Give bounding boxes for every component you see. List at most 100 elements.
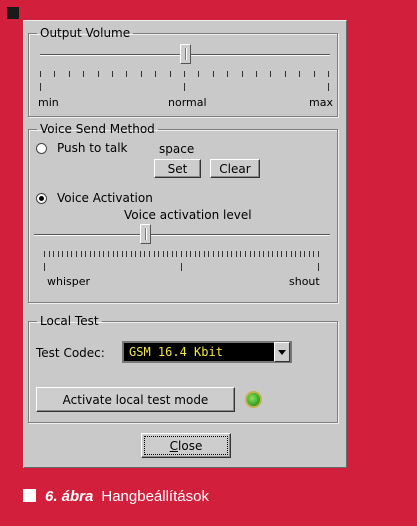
- whisper-label: whisper: [47, 275, 91, 288]
- slider-tick: [131, 251, 132, 257]
- slider-tick: [85, 251, 86, 257]
- slider-tick: [236, 251, 237, 257]
- slider-tick: [53, 251, 54, 257]
- slider-tick: [314, 71, 315, 77]
- slider-tick: [259, 251, 260, 257]
- slider-tick: [240, 251, 241, 257]
- activate-local-test-button[interactable]: Activate local test mode: [36, 387, 235, 412]
- slider-tick: [204, 251, 205, 257]
- slider-tick: [94, 251, 95, 257]
- slider-tick: [227, 251, 228, 257]
- volume-min-label: min: [38, 96, 59, 109]
- slider-tick: [99, 251, 100, 257]
- slider-tick: [313, 251, 314, 257]
- slider-major-tick: [328, 83, 329, 91]
- slider-tick: [103, 251, 104, 257]
- slider-tick: [112, 71, 113, 77]
- slider-tick: [309, 251, 310, 257]
- slider-tick: [83, 71, 84, 77]
- slider-tick: [141, 71, 142, 77]
- slider-tick: [69, 71, 70, 77]
- corner-mark: [7, 7, 19, 19]
- slider-tick: [263, 251, 264, 257]
- slider-tick: [285, 71, 286, 77]
- slider-tick: [62, 251, 63, 257]
- push-to-talk-label: Push to talk: [57, 141, 128, 155]
- caption-text: Hangbeállítások: [101, 488, 209, 505]
- slider-tick: [299, 71, 300, 77]
- voice-activation-radio[interactable]: [36, 193, 47, 204]
- slider-tick: [126, 251, 127, 257]
- slider-tick: [90, 251, 91, 257]
- slider-tick: [126, 71, 127, 77]
- slider-tick: [190, 251, 191, 257]
- slider-tick: [256, 71, 257, 77]
- slider-tick: [40, 71, 41, 77]
- slider-tick: [231, 251, 232, 257]
- voice-activation-label: Voice Activation: [57, 191, 153, 205]
- chevron-down-icon[interactable]: [274, 342, 290, 362]
- close-button-label-rest: lose: [178, 438, 203, 453]
- slider-tick: [208, 251, 209, 257]
- volume-max-label: max: [309, 96, 333, 109]
- slider-tick: [108, 251, 109, 257]
- slider-tick: [300, 251, 301, 257]
- test-status-led-icon: [245, 391, 262, 408]
- slider-tick: [149, 251, 150, 257]
- slider-tick: [81, 251, 82, 257]
- slider-tick: [49, 251, 50, 257]
- slider-tick: [98, 71, 99, 77]
- voice-send-method-legend: Voice Send Method: [40, 122, 155, 136]
- slider-tick: [184, 71, 185, 77]
- slider-tick: [195, 251, 196, 257]
- slider-tick: [245, 251, 246, 257]
- test-codec-select[interactable]: GSM 16.4 Kbit: [122, 341, 292, 363]
- slider-tick: [218, 251, 219, 257]
- slider-tick: [272, 251, 273, 257]
- slider-major-tick: [318, 263, 319, 271]
- push-to-talk-key-value: space: [159, 142, 195, 156]
- slider-tick: [213, 251, 214, 257]
- test-codec-value: GSM 16.4 Kbit: [129, 345, 223, 359]
- voice-settings-dialog: Output Volume min normal max Voice Send …: [23, 20, 347, 468]
- slider-tick: [76, 251, 77, 257]
- set-key-button[interactable]: Set: [154, 159, 201, 178]
- slider-tick: [198, 71, 199, 77]
- slider-tick: [67, 251, 68, 257]
- slider-tick: [176, 251, 177, 257]
- shout-label: shout: [289, 275, 320, 288]
- slider-tick: [154, 251, 155, 257]
- slider-tick: [158, 251, 159, 257]
- slider-major-tick: [44, 263, 45, 271]
- slider-tick: [199, 251, 200, 257]
- slider-tick: [58, 251, 59, 257]
- test-codec-label: Test Codec:: [36, 346, 105, 360]
- slider-tick: [163, 251, 164, 257]
- slider-tick: [291, 251, 292, 257]
- slider-tick: [254, 251, 255, 257]
- slider-tick: [227, 71, 228, 77]
- voice-activation-level-slider-thumb[interactable]: [140, 224, 151, 244]
- push-to-talk-radio[interactable]: [36, 143, 47, 154]
- slider-tick: [144, 251, 145, 257]
- output-volume-legend: Output Volume: [40, 26, 131, 40]
- output-volume-slider-thumb[interactable]: [180, 44, 191, 64]
- voice-activation-radio-dot: [39, 196, 44, 201]
- voice-activation-level-title: Voice activation level: [124, 208, 252, 222]
- slider-tick: [222, 251, 223, 257]
- slider-tick: [155, 71, 156, 77]
- caption-number: 6. ábra: [45, 488, 94, 505]
- slider-tick: [172, 251, 173, 257]
- slider-major-tick: [181, 263, 182, 271]
- slider-tick: [170, 71, 171, 77]
- clear-key-button[interactable]: Clear: [210, 159, 260, 178]
- slider-tick: [304, 251, 305, 257]
- close-button[interactable]: Close: [141, 433, 231, 458]
- volume-normal-label: normal: [168, 96, 207, 109]
- slider-tick: [242, 71, 243, 77]
- slider-tick: [122, 251, 123, 257]
- slider-tick: [167, 251, 168, 257]
- slider-tick: [181, 251, 182, 257]
- voice-activation-level-track[interactable]: [34, 234, 330, 235]
- slider-tick: [54, 71, 55, 77]
